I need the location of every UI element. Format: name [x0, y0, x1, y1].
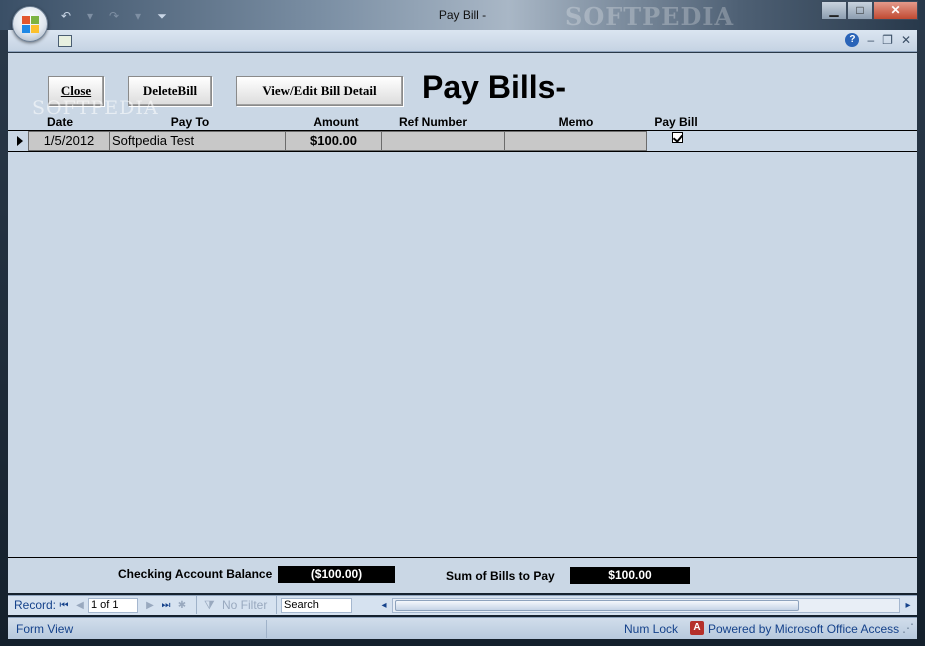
view-edit-bill-label: View/Edit Bill Detail — [262, 83, 377, 98]
last-record-icon[interactable]: ⏭ — [160, 598, 172, 614]
maximize-button[interactable]: □ — [847, 1, 873, 20]
status-bar: Form View Num Lock A Powered by Microsof… — [8, 617, 917, 639]
filter-icon[interactable]: ⧩ — [204, 598, 215, 613]
previous-record-icon[interactable]: ◀ — [74, 598, 86, 614]
access-window: ↶ ▾ ↷ ▾ ⏷ SOFTPEDIA Pay Bill - ▁ □ ✕ ? –… — [0, 0, 925, 646]
access-icon: A — [690, 621, 704, 635]
pay-bills-form: Close DeleteBill View/Edit Bill Detail P… — [8, 53, 917, 593]
date-cell[interactable]: 1/5/2012 — [28, 131, 110, 151]
footer-divider — [8, 557, 917, 558]
doc-restore-icon[interactable]: ❐ — [882, 33, 893, 47]
column-header-ref-number: Ref Number — [398, 115, 467, 129]
column-header-pay-bill: Pay Bill — [654, 115, 698, 129]
doc-close-icon[interactable]: ✕ — [901, 33, 911, 47]
title-bar: ↶ ▾ ↷ ▾ ⏷ SOFTPEDIA Pay Bill - ▁ □ ✕ — [0, 0, 925, 31]
column-header-date: Date — [46, 115, 73, 129]
resize-grip-icon[interactable]: ⋰ — [902, 621, 914, 635]
pay-bill-checkbox[interactable] — [672, 132, 683, 143]
filter-status[interactable]: No Filter — [222, 598, 267, 612]
minimize-button[interactable]: ▁ — [821, 1, 847, 20]
search-input[interactable]: Search — [281, 598, 352, 613]
sum-label: Sum of Bills to Pay — [446, 569, 555, 583]
memo-cell[interactable] — [504, 131, 647, 151]
new-record-icon[interactable]: ✱ — [176, 598, 188, 614]
scroll-right-icon[interactable]: ▸ — [902, 598, 914, 614]
window-controls: ▁ □ ✕ — [821, 1, 918, 20]
column-header-memo: Memo — [558, 115, 594, 129]
balance-label: Checking Account Balance — [118, 567, 273, 581]
record-position-input[interactable]: 1 of 1 — [88, 598, 138, 613]
ref-number-cell[interactable] — [381, 131, 505, 151]
pay-to-cell[interactable]: Softpedia Test — [109, 131, 286, 151]
num-lock-indicator: Num Lock — [624, 622, 679, 636]
record-label: Record: — [14, 598, 57, 612]
scrollbar-thumb[interactable] — [395, 600, 799, 611]
view-status: Form View — [16, 622, 74, 636]
page-title: Pay Bills- — [422, 69, 567, 105]
amount-cell[interactable]: $100.00 — [285, 131, 382, 151]
document-bar: ? – ❐ ✕ — [8, 30, 917, 52]
next-record-icon[interactable]: ▶ — [144, 598, 156, 614]
nav-separator — [196, 596, 197, 614]
status-separator — [266, 620, 267, 638]
current-record-icon — [17, 136, 23, 146]
delete-bill-label: DeleteBill — [142, 83, 198, 98]
powered-by-text: Powered by Microsoft Office Access — [708, 622, 900, 636]
horizontal-scrollbar[interactable] — [392, 598, 900, 613]
office-button[interactable] — [12, 6, 48, 42]
first-record-icon[interactable]: ⏮ — [58, 598, 70, 614]
document-controls: ? – ❐ ✕ — [845, 33, 911, 47]
scroll-left-icon[interactable]: ◂ — [378, 598, 390, 614]
office-logo-icon — [22, 16, 39, 33]
record-navigation-bar: Record: ⏮ ◀ 1 of 1 ▶ ⏭ ✱ ⧩ No Filter Sea… — [8, 595, 917, 615]
doc-minimize-icon[interactable]: – — [867, 33, 874, 47]
column-header-amount: Amount — [313, 115, 359, 129]
nav-separator — [276, 596, 277, 614]
close-button-label: Close — [60, 83, 92, 98]
table-row: 1/5/2012 Softpedia Test $100.00 — [8, 131, 917, 151]
view-edit-bill-button[interactable]: View/Edit Bill Detail — [236, 76, 403, 106]
window-title: Pay Bill - — [438, 8, 487, 22]
sum-value: $100.00 — [570, 567, 690, 584]
row-divider — [8, 151, 917, 152]
form-icon — [58, 35, 72, 47]
close-window-button[interactable]: ✕ — [873, 1, 918, 20]
balance-value: ($100.00) — [278, 566, 395, 583]
record-selector[interactable] — [12, 131, 28, 151]
help-icon[interactable]: ? — [845, 33, 860, 47]
column-header-pay-to: Pay To — [170, 115, 210, 129]
